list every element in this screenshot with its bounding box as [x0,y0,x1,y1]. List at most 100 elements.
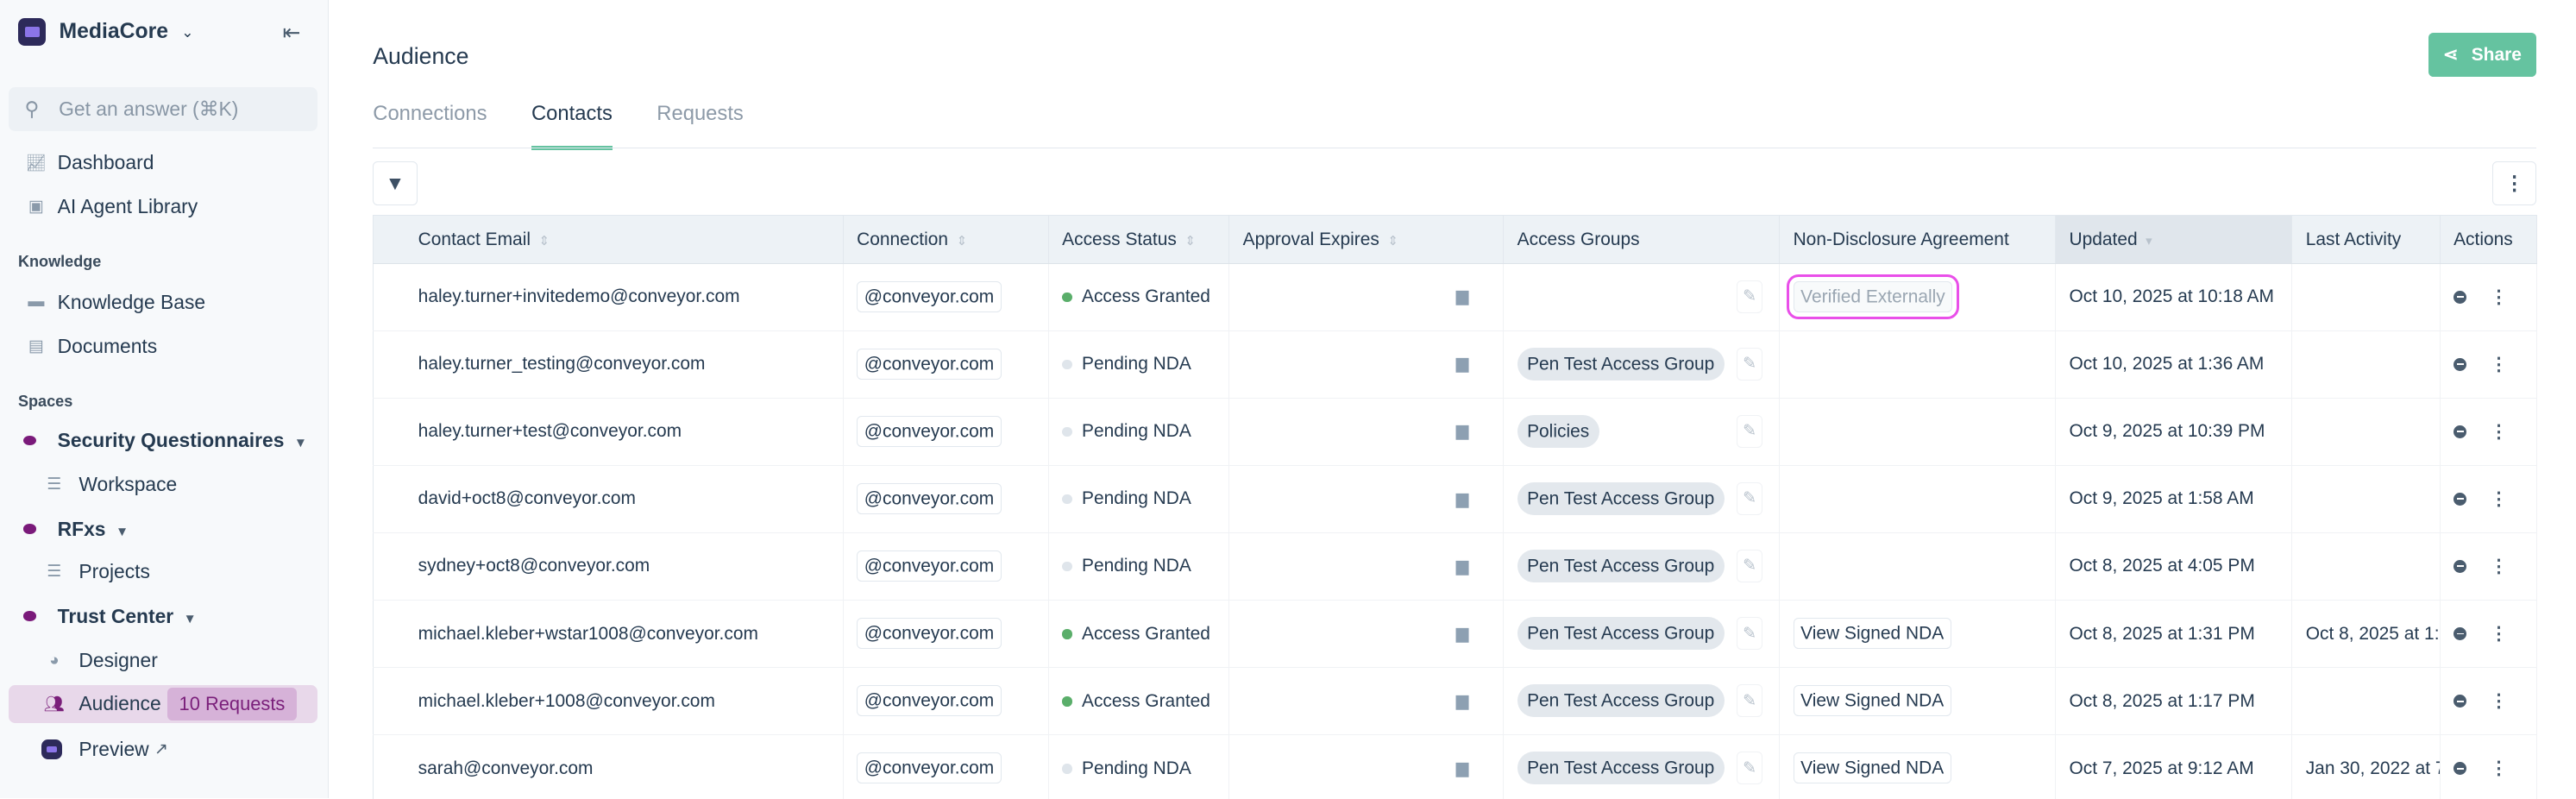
edit-icon[interactable]: ✎ [1736,481,1763,515]
revoke-icon[interactable] [2453,425,2467,438]
calendar-icon[interactable]: ▆ [1456,691,1469,711]
nda-button[interactable]: View Signed NDA [1793,684,1951,717]
edit-icon[interactable]: ✎ [1736,347,1763,381]
collapse-sidebar-icon[interactable]: ⇤ [283,20,301,46]
column-header[interactable]: Connection ⇕ [843,215,1049,264]
checklist-icon: ☰ [47,563,62,582]
kebab-icon[interactable]: ⋮ [2490,421,2508,443]
nda-button[interactable]: View Signed NDA [1793,752,1951,784]
revoke-icon[interactable] [2453,694,2467,708]
calendar-icon[interactable]: ▆ [1456,758,1469,778]
connection-tag[interactable]: @conveyor.com [857,550,1002,582]
edit-icon[interactable]: ✎ [1736,549,1763,583]
table-row[interactable]: haley.turner+test@conveyor.com @conveyor… [373,398,2538,466]
table-row[interactable]: sarah@conveyor.com @conveyor.com Pending… [373,734,2538,799]
sidebar-item-audience[interactable]: 👥︎ Audience 10 Requests [8,685,317,723]
status-cell: Access Granted [1048,263,1230,331]
org-switcher[interactable]: MediaCore ⌄ [17,17,194,47]
sidebar-item-dashboard[interactable]: 📈︎ Dashboard [0,142,329,185]
nda-button[interactable]: Verified Externally [1785,273,1961,320]
sort-icon: ▾ [2146,233,2152,249]
table-row[interactable]: haley.turner+invitedemo@conveyor.com @co… [373,263,2538,331]
contact-email: sarah@conveyor.com [418,758,594,778]
sidebar-item-documents[interactable]: ▤ Documents [0,325,329,368]
edit-icon[interactable]: ✎ [1736,684,1763,718]
sidebar-item-projects[interactable]: ☰ Projects [0,550,329,594]
table-row[interactable]: michael.kleber+1008@conveyor.com @convey… [373,667,2538,736]
revoke-icon[interactable] [2453,762,2467,776]
table-row[interactable]: david+oct8@conveyor.com @conveyor.com Pe… [373,465,2538,533]
label: Projects [79,560,150,583]
table-row[interactable]: michael.kleber+wstar1008@conveyor.com @c… [373,600,2538,669]
sidebar-item-designer[interactable]: ◕ Designer [0,639,329,683]
tab-connections[interactable]: Connections [373,102,487,150]
edit-icon[interactable]: ✎ [1736,280,1763,313]
edit-icon[interactable]: ✎ [1736,414,1763,448]
nda-button[interactable]: View Signed NDA [1793,617,1951,650]
tab-contacts[interactable]: Contacts [531,102,613,150]
column-header[interactable]: Access Status ⇕ [1048,215,1230,264]
sidebar-item-workspace[interactable]: ☰ Workspace [0,463,329,506]
column-header[interactable]: Updated ▾ [2055,215,2293,264]
kebab-icon[interactable]: ⋮ [2490,623,2508,645]
calendar-icon[interactable]: ▆ [1456,286,1469,306]
header-label: Last Activity [2305,229,2402,249]
access-group-tag: Policies [1517,414,1599,448]
access-groups-cell: Pen Test Access Group ✎ [1503,330,1781,399]
connection-tag[interactable]: @conveyor.com [857,684,1002,717]
connection-tag[interactable]: @conveyor.com [857,482,1002,515]
label: Documents [57,335,158,358]
column-header[interactable]: Contact Email ⇕ [373,215,844,264]
kebab-icon[interactable]: ⋮ [2490,354,2508,375]
column-header[interactable]: Approval Expires ⇕ [1228,215,1505,264]
kebab-icon[interactable]: ⋮ [2490,488,2508,510]
calendar-icon[interactable]: ▆ [1456,354,1469,374]
contact-email: haley.turner+invitedemo@conveyor.com [418,286,740,307]
sidebar-item-preview[interactable]: Preview ↗ [0,728,329,771]
contact-email: michael.kleber+1008@conveyor.com [418,690,715,711]
tab-requests[interactable]: Requests [657,102,744,150]
kebab-icon[interactable]: ⋮ [2490,758,2508,779]
edit-icon[interactable]: ✎ [1736,752,1763,785]
approval-expires-cell: ▆ [1228,465,1505,533]
revoke-icon[interactable] [2453,492,2467,506]
search-input[interactable]: ⚲ Get an answer (⌘K) [8,86,317,132]
connection-tag[interactable]: @conveyor.com [857,348,1002,380]
sidebar-item-rfxs[interactable]: RFxs ▼ [0,507,329,550]
table-row[interactable]: sydney+oct8@conveyor.com @conveyor.com P… [373,532,2538,601]
sidebar-item-trust-center[interactable]: Trust Center ▼ [0,595,329,638]
sidebar-item-ai-agent-library[interactable]: ▣ AI Agent Library [0,186,329,229]
calendar-icon[interactable]: ▆ [1456,489,1469,509]
calendar-icon[interactable]: ▆ [1456,624,1469,644]
share-button[interactable]: ⋖ Share [2428,33,2537,78]
revoke-icon[interactable] [2453,357,2467,371]
label: Preview [79,737,149,760]
sidebar-item-security-questionnaires[interactable]: Security Questionnaires ▼ [0,419,329,462]
table-row[interactable]: haley.turner_testing@conveyor.com @conve… [373,330,2538,399]
connection-cell: @conveyor.com [843,600,1049,669]
email-cell: sydney+oct8@conveyor.com [373,532,844,601]
edit-icon[interactable]: ✎ [1736,617,1763,651]
kebab-icon[interactable]: ⋮ [2490,556,2508,577]
access-status: Pending NDA [1082,556,1191,576]
connection-tag[interactable]: @conveyor.com [857,752,1002,784]
calendar-icon[interactable]: ▆ [1456,421,1469,441]
sidebar-item-knowledge-base[interactable]: ▬ Knowledge Base [0,281,329,324]
access-groups-cell: ✎ [1503,263,1781,331]
kebab-icon[interactable]: ⋮ [2490,690,2508,712]
revoke-icon[interactable] [2453,626,2467,641]
sort-icon: ⇕ [1387,233,1399,249]
checklist-icon: ☰ [47,475,62,494]
last-activity-date: Jan 30, 2022 at 7:00 PM [2305,758,2440,778]
revoke-icon[interactable] [2453,559,2467,574]
filter-button[interactable]: ▼ [373,160,418,206]
calendar-icon[interactable]: ▆ [1456,557,1469,576]
caret-down-icon: ▼ [183,611,197,626]
connection-tag[interactable]: @conveyor.com [857,280,1002,312]
more-options-button[interactable]: ⋮ [2491,160,2537,206]
kebab-icon[interactable]: ⋮ [2490,286,2508,308]
connection-tag[interactable]: @conveyor.com [857,617,1002,650]
access-status: Pending NDA [1082,488,1191,509]
revoke-icon[interactable] [2453,290,2467,304]
connection-tag[interactable]: @conveyor.com [857,415,1002,448]
